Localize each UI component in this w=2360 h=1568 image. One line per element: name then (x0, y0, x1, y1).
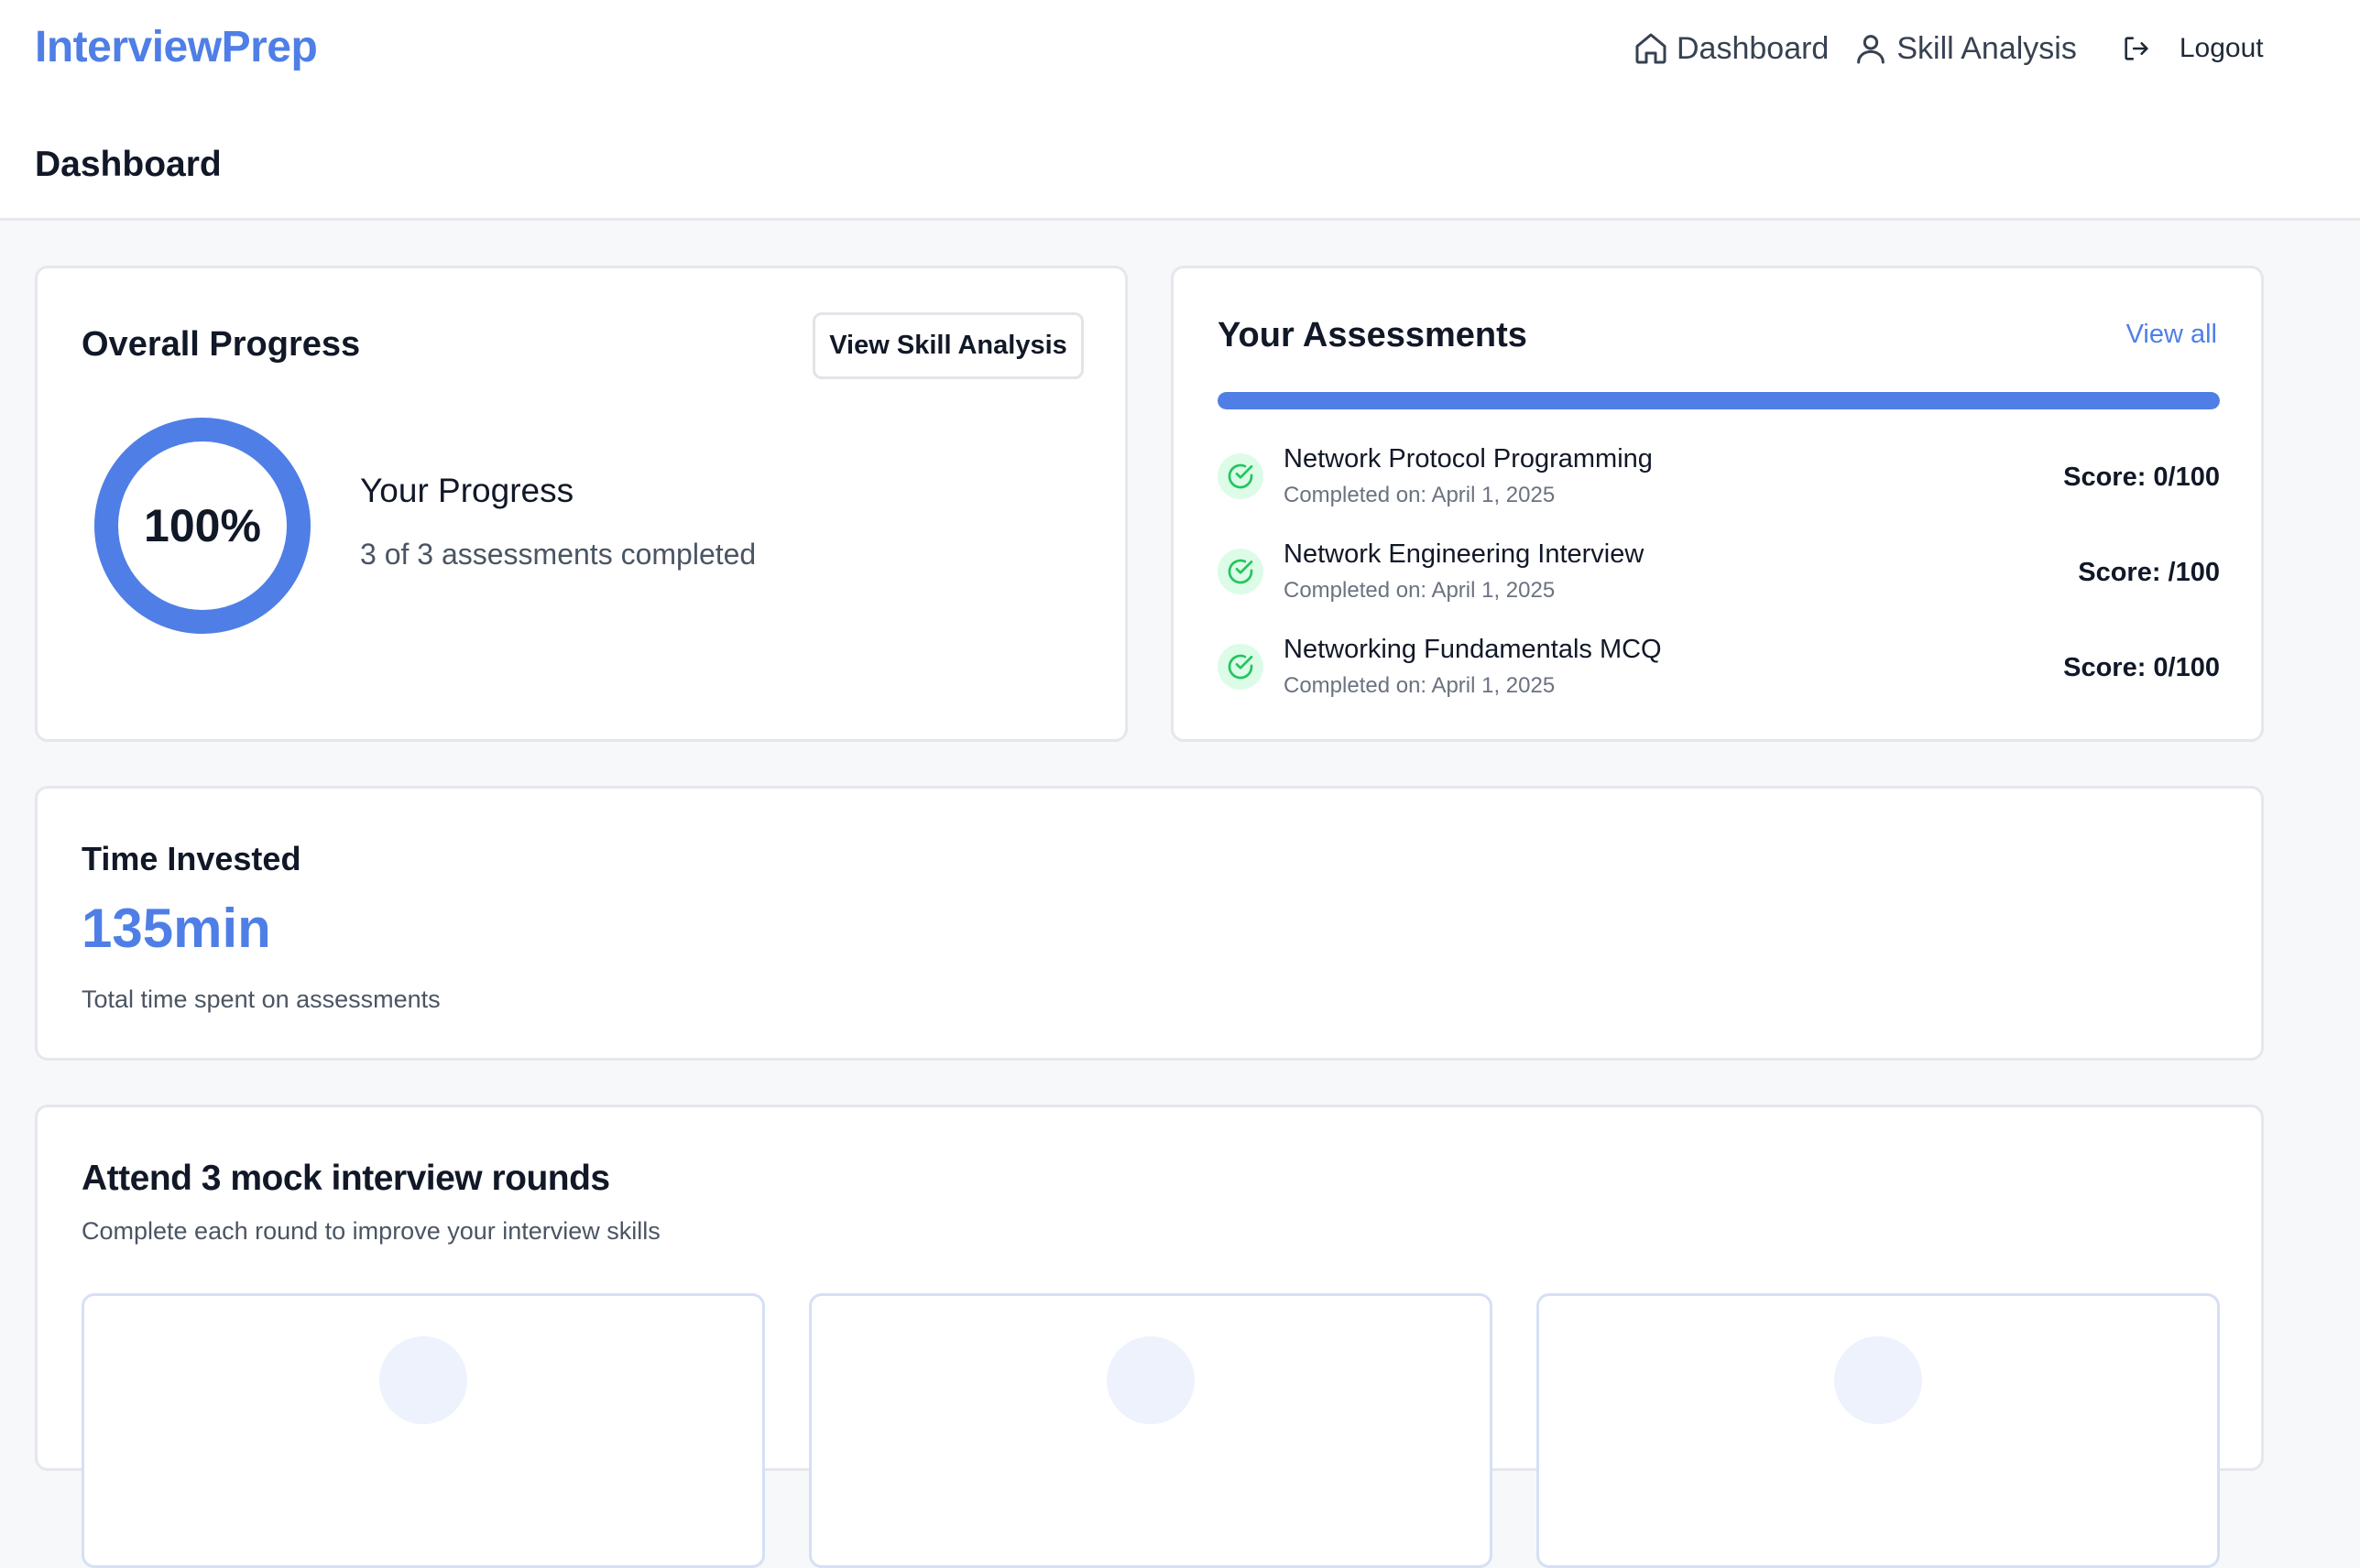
top-navigation-bar: InterviewPrep Dashboard Skill Analysis L… (0, 0, 2360, 221)
round-icon (379, 1336, 467, 1424)
assessment-name: Network Engineering Interview (1284, 539, 1644, 569)
assessment-name: Networking Fundamentals MCQ (1284, 635, 1662, 664)
check-circle-icon (1218, 644, 1263, 690)
progress-percent: 100% (144, 500, 261, 551)
round-icon (1107, 1336, 1195, 1424)
mock-round-card[interactable] (1536, 1293, 2220, 1568)
brand-logo[interactable]: InterviewPrep (35, 22, 318, 72)
assessment-date: Completed on: April 1, 2025 (1284, 578, 1556, 603)
assessment-row[interactable]: Network Engineering Interview Completed … (1218, 539, 2220, 613)
mock-round-card[interactable] (82, 1293, 765, 1568)
overall-progress-title: Overall Progress (82, 325, 361, 364)
main-nav: Dashboard Skill Analysis Logout (1633, 26, 2264, 71)
overall-progress-card: Overall Progress View Skill Analysis 100… (35, 266, 1128, 742)
nav-skill-analysis-label: Skill Analysis (1896, 30, 2077, 66)
mock-round-card[interactable] (809, 1293, 1492, 1568)
logout-icon (2125, 37, 2148, 60)
user-icon (1857, 35, 1885, 64)
time-invested-value: 135min (82, 898, 271, 959)
time-invested-title: Time Invested (82, 840, 301, 877)
round-icon (1834, 1336, 1922, 1424)
view-all-link[interactable]: View all (2126, 320, 2217, 350)
your-progress-heading: Your Progress (360, 472, 574, 509)
assessment-row[interactable]: Network Protocol Programming Completed o… (1218, 444, 2220, 517)
logout-label: Logout (2179, 33, 2264, 63)
assessments-progress-fill (1218, 392, 2220, 409)
mock-interview-card: Attend 3 mock interview rounds Complete … (35, 1105, 2264, 1568)
logout-button[interactable]: Logout (2121, 33, 2264, 64)
check-circle-icon (1218, 549, 1263, 594)
nav-dashboard-label: Dashboard (1677, 30, 1830, 66)
mock-interview-subtitle: Complete each round to improve your inte… (82, 1217, 661, 1245)
assessments-title: Your Assessments (1218, 316, 1527, 354)
assessment-date: Completed on: April 1, 2025 (1284, 673, 1556, 698)
page-title: Dashboard (35, 145, 222, 184)
check-circle-icon (1218, 453, 1263, 499)
assessments-progress-bar (1218, 392, 2220, 409)
time-invested-card: Time Invested 135min Total time spent on… (35, 786, 2264, 1061)
time-invested-subtitle: Total time spent on assessments (82, 985, 441, 1013)
assessment-score: Score: /100 (2078, 558, 2220, 587)
assessment-row[interactable]: Networking Fundamentals MCQ Completed on… (1218, 635, 2220, 708)
nav-dashboard-link[interactable]: Dashboard (1633, 30, 1829, 67)
nav-skill-analysis-link[interactable]: Skill Analysis (1852, 30, 2077, 67)
assessment-date: Completed on: April 1, 2025 (1284, 483, 1556, 507)
assessments-completed-text: 3 of 3 assessments completed (360, 538, 757, 571)
assessment-name: Network Protocol Programming (1284, 444, 1653, 474)
mock-interview-title: Attend 3 mock interview rounds (82, 1159, 610, 1198)
assessments-card: Your Assessments View all Network Protoc… (1171, 266, 2264, 742)
home-icon (1635, 33, 1666, 64)
assessment-score: Score: 0/100 (2063, 653, 2220, 682)
view-skill-analysis-button[interactable]: View Skill Analysis (813, 312, 1084, 379)
assessment-score: Score: 0/100 (2063, 463, 2220, 492)
